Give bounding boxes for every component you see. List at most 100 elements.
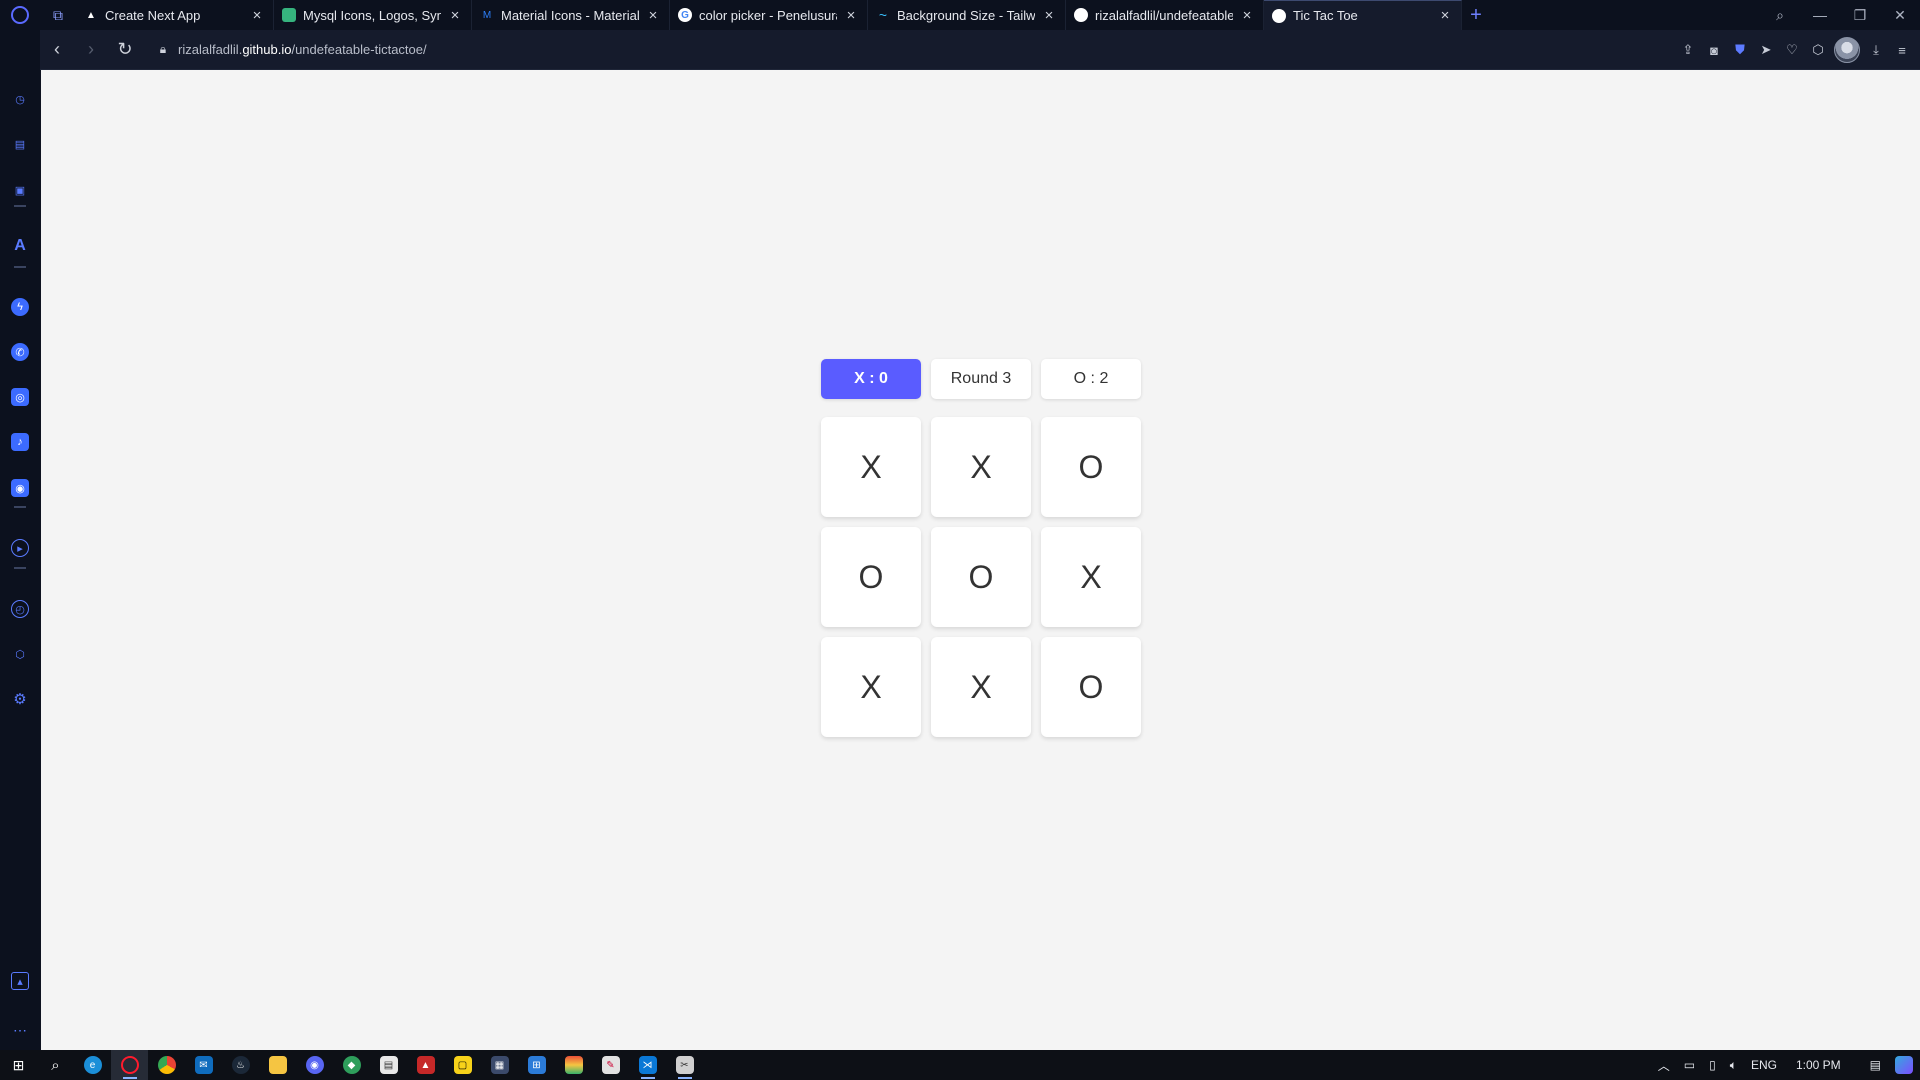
minimize-icon[interactable]: — <box>1800 7 1840 23</box>
taskbar-chrome[interactable] <box>148 1050 185 1080</box>
taskbar-app-layers[interactable] <box>555 1050 592 1080</box>
sidebar-shopping[interactable]: ▤ <box>0 130 40 158</box>
restore-icon[interactable]: ❐ <box>1840 7 1880 24</box>
sidebar-settings[interactable]: ⚙ <box>0 685 40 713</box>
windows-logo-icon: ⊞ <box>12 1056 25 1073</box>
battery-icon[interactable]: ▯ <box>1709 1058 1716 1072</box>
tab-close-icon[interactable]: × <box>1239 7 1255 24</box>
edge-icon: e <box>83 1056 102 1074</box>
tab-github-repo[interactable]: rizalalfadlil/undefeatable-ti × <box>1066 0 1264 30</box>
sidebar-speed-dial[interactable]: ◷ <box>0 85 40 113</box>
share-icon[interactable]: ⇪ <box>1678 40 1698 60</box>
taskbar-discord[interactable]: ◉ <box>296 1050 333 1080</box>
iconscout-favicon-icon <box>282 8 296 22</box>
snapshot-camera-icon[interactable]: ◙ <box>1704 40 1724 60</box>
tab-close-icon[interactable]: × <box>843 7 859 24</box>
taskbar-vscode[interactable]: ⋊ <box>629 1050 666 1080</box>
tab-search-icon[interactable]: ⌕ <box>1760 7 1800 24</box>
sidebar-separator <box>14 266 26 268</box>
sidebar-extensions[interactable]: ⬡ <box>0 640 40 668</box>
taskbar-search[interactable]: ⌕ <box>37 1050 74 1080</box>
back-icon[interactable]: ‹ <box>40 35 74 65</box>
sidebar-discord[interactable]: ◉ <box>0 474 40 502</box>
clock[interactable]: 1:00 PM <box>1796 1058 1841 1072</box>
tab-close-icon[interactable]: × <box>1437 7 1453 24</box>
sidebar-more[interactable]: ⋯ <box>0 1016 40 1044</box>
shopping-bag-icon: ▤ <box>14 138 26 151</box>
chrome-icon <box>157 1056 176 1074</box>
network-icon[interactable]: ▭ <box>1684 1058 1695 1072</box>
lock-icon[interactable]: 🔒︎ <box>148 42 178 57</box>
send-icon[interactable]: ➤ <box>1756 40 1776 60</box>
board-cell[interactable]: X <box>821 637 921 737</box>
cortana-app-icon[interactable] <box>1895 1056 1913 1074</box>
tab-title: color picker - Penelusuran <box>699 7 837 23</box>
notifications-icon[interactable]: ▤ <box>1870 1058 1881 1072</box>
start-button[interactable]: ⊞ <box>0 1050 37 1080</box>
board-cell[interactable]: X <box>821 417 921 517</box>
taskbar-app-snip[interactable]: ✂ <box>666 1050 703 1080</box>
forward-icon[interactable]: › <box>74 35 108 65</box>
tab-tic-tac-toe[interactable]: Tic Tac Toe × <box>1264 0 1462 30</box>
globe-favicon-icon <box>1272 8 1286 23</box>
search-icon: ⌕ <box>51 1056 60 1074</box>
tray-overflow-icon[interactable]: ︿ <box>1658 1057 1670 1074</box>
tab-material-icons[interactable]: M Material Icons - Material UI × <box>472 0 670 30</box>
taskbar-steam[interactable]: ♨ <box>222 1050 259 1080</box>
taskbar-app-green[interactable]: ◆ <box>333 1050 370 1080</box>
tab-close-icon[interactable]: × <box>1041 7 1057 24</box>
tab-color-picker[interactable]: G color picker - Penelusuran × <box>670 0 868 30</box>
taskbar-edge[interactable]: e <box>74 1050 111 1080</box>
board-cell[interactable]: X <box>931 637 1031 737</box>
taskbar-app-grid[interactable]: ⊞ <box>518 1050 555 1080</box>
sidebar-messenger[interactable]: ϟ <box>0 293 40 321</box>
board-cell[interactable]: O <box>1041 637 1141 737</box>
tab-tailwind-background-size[interactable]: ~ Background Size - Tailwind × <box>868 0 1066 30</box>
taskbar-app-paint[interactable]: ✎ <box>592 1050 629 1080</box>
board-cell[interactable]: X <box>1041 527 1141 627</box>
sidebar-gallery[interactable]: ▴ <box>0 967 40 995</box>
board-cell[interactable]: X <box>931 417 1031 517</box>
board-cell[interactable]: O <box>1041 417 1141 517</box>
tab-create-next-app[interactable]: ▲ Create Next App × <box>76 0 274 30</box>
downloads-icon[interactable]: ⤓ <box>1866 40 1886 60</box>
tab-menu-icon[interactable]: ⧉ <box>40 0 76 30</box>
url-field[interactable]: rizalalfadlil.github.io/undefeatable-tic… <box>178 42 427 57</box>
red-app-icon: ▲ <box>416 1056 435 1074</box>
taskbar-file-explorer[interactable] <box>259 1050 296 1080</box>
taskbar-mail[interactable]: ✉ <box>185 1050 222 1080</box>
tab-mysql-icons[interactable]: Mysql Icons, Logos, Symbo × <box>274 0 472 30</box>
adblock-shield-icon[interactable]: ⛊ <box>1730 40 1750 60</box>
sidebar-player[interactable]: ▸ <box>0 534 40 562</box>
sidebar-tiktok[interactable]: ♪ <box>0 428 40 456</box>
board-cell[interactable]: O <box>931 527 1031 627</box>
tab-close-icon[interactable]: × <box>645 7 661 24</box>
taskbar-app-calc[interactable]: ▦ <box>481 1050 518 1080</box>
taskbar-app-store[interactable]: ▤ <box>370 1050 407 1080</box>
volume-icon[interactable]: 🔈︎ <box>1730 1058 1737 1073</box>
sidebar-aria[interactable]: A <box>0 232 40 260</box>
profile-avatar[interactable] <box>1834 37 1860 63</box>
easy-setup-menu-icon[interactable]: ≡ <box>1892 40 1912 60</box>
instagram-icon: ◎ <box>11 388 29 406</box>
extensions-cube-icon[interactable]: ⬡ <box>1808 40 1828 60</box>
heart-bookmark-icon[interactable]: ♡ <box>1782 40 1802 60</box>
tab-close-icon[interactable]: × <box>249 7 265 24</box>
tab-title: Tic Tac Toe <box>1293 8 1358 23</box>
tab-close-icon[interactable]: × <box>447 7 463 24</box>
opera-logo-icon[interactable] <box>0 0 40 30</box>
sidebar-instagram[interactable]: ◎ <box>0 383 40 411</box>
sidebar-crypto-wallet[interactable]: ▣ <box>0 176 40 204</box>
reload-icon[interactable]: ↻ <box>108 35 142 65</box>
sidebar-history[interactable]: ◴ <box>0 595 40 623</box>
more-dots-icon: ⋯ <box>13 1021 27 1038</box>
board-cell[interactable]: O <box>821 527 921 627</box>
taskbar-app-red[interactable]: ▲ <box>407 1050 444 1080</box>
language-indicator[interactable]: ENG <box>1751 1058 1777 1072</box>
new-tab-plus-icon[interactable]: + <box>1462 0 1490 30</box>
sidebar-whatsapp[interactable]: ✆ <box>0 338 40 366</box>
close-window-icon[interactable]: ✕ <box>1880 7 1920 24</box>
address-bar: ‹ › ↻ 🔒︎ rizalalfadlil.github.io/undefea… <box>40 30 1920 70</box>
taskbar-opera[interactable] <box>111 1050 148 1080</box>
taskbar-app-yellow[interactable]: ▢ <box>444 1050 481 1080</box>
